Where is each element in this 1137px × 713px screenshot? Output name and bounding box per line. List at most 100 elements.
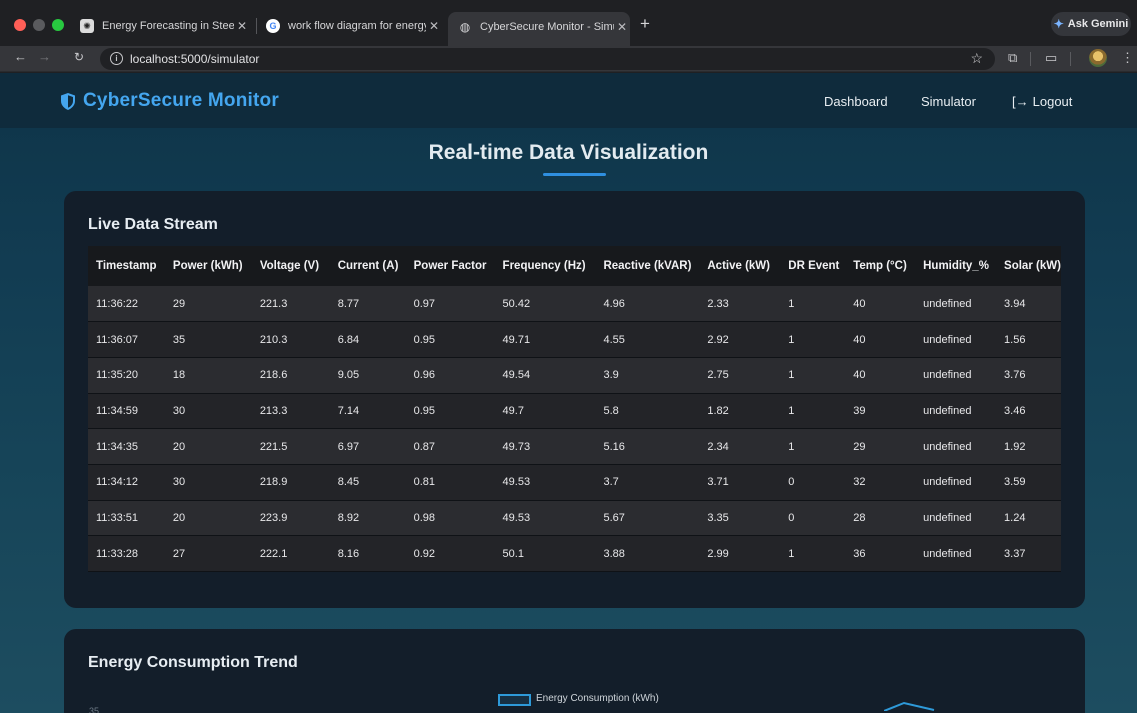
table-cell: 6.97 xyxy=(337,440,360,453)
table-cell: 40 xyxy=(853,333,866,346)
column-header: Current (A) xyxy=(337,260,399,272)
column-header: Voltage (V) xyxy=(259,260,320,272)
back-arrow-icon[interactable]: ← xyxy=(14,49,27,64)
table-cell: 2.92 xyxy=(707,333,729,346)
table-cell: undefined xyxy=(923,369,972,382)
ask-gemini-button[interactable]: ✦ Ask Gemini xyxy=(1051,12,1131,36)
table-cell: 3.9 xyxy=(603,369,619,382)
table-cell: 8.16 xyxy=(337,547,360,560)
table-cell: 1.92 xyxy=(1004,440,1026,453)
table-cell: 50.1 xyxy=(502,547,524,560)
table-cell: 0.92 xyxy=(413,547,436,560)
browser-tab-active[interactable]: ◍ CyberSecure Monitor - Simul ✕ xyxy=(448,12,630,46)
legend-label[interactable]: Energy Consumption (kWh) xyxy=(536,693,659,704)
browser-tab[interactable]: G work flow diagram for energy ✕ xyxy=(266,14,442,38)
table-cell: 36 xyxy=(853,547,866,560)
tab-title: CyberSecure Monitor - Simul xyxy=(480,21,614,33)
table-cell: 3.94 xyxy=(1004,297,1026,310)
address-bar[interactable]: i localhost:5000/simulator ☆ xyxy=(100,48,995,70)
table-cell: 28 xyxy=(853,511,866,524)
site-info-icon[interactable]: i xyxy=(110,52,123,65)
table-cell: 35 xyxy=(172,333,186,346)
table-cell: 221.5 xyxy=(259,440,288,453)
table-cell: 50.42 xyxy=(502,297,531,310)
reading-list-icon[interactable]: ▭ xyxy=(1045,50,1057,66)
column-header: Temp (°C) xyxy=(853,260,907,272)
table-row: 11:34:59 30 213.3 7.14 0.95 49.7 5.8 1.82 1 39 und… xyxy=(88,393,1061,429)
table-cell: 3.46 xyxy=(1004,404,1026,417)
table-cell: 1.24 xyxy=(1004,511,1026,524)
column-header: Solar (kW) xyxy=(1004,260,1061,272)
nav-logout-link[interactable]: [→ Logout xyxy=(1012,94,1072,109)
column-header: Frequency (Hz) xyxy=(502,260,586,272)
bookmark-star-icon[interactable]: ☆ xyxy=(970,50,983,67)
new-tab-icon[interactable]: + xyxy=(640,14,650,34)
table-cell: 4.96 xyxy=(603,297,625,310)
gemini-spark-icon: ✦ xyxy=(1053,17,1064,31)
table-cell: 40 xyxy=(853,297,866,310)
close-tab-icon[interactable]: ✕ xyxy=(614,20,630,34)
browser-tab[interactable]: ✺ Energy Forecasting in Steel ✕ xyxy=(80,14,250,38)
table-cell: 213.3 xyxy=(259,404,288,417)
table-cell: 2.75 xyxy=(707,369,729,382)
table-cell: 9.05 xyxy=(337,369,360,382)
table-cell: 0 xyxy=(788,511,795,524)
page-title: Real-time Data Visualization xyxy=(428,141,709,164)
table-cell: undefined xyxy=(923,440,972,453)
table-cell: 2.33 xyxy=(707,297,729,310)
address-bar-url[interactable]: localhost:5000/simulator xyxy=(130,52,259,66)
table-cell: 11:35:20 xyxy=(96,369,139,382)
table-cell: 218.6 xyxy=(259,369,288,382)
brand-name: CyberSecure Monitor xyxy=(83,90,279,111)
table-cell: 11:34:59 xyxy=(96,404,139,417)
table-cell: 3.7 xyxy=(603,476,619,489)
close-tab-icon[interactable]: ✕ xyxy=(426,19,442,33)
table-cell: 0.81 xyxy=(413,476,436,489)
table-cell: 2.34 xyxy=(707,440,729,453)
close-tab-icon[interactable]: ✕ xyxy=(234,19,250,33)
table-cell: 11:33:51 xyxy=(96,511,139,524)
table-cell: 49.73 xyxy=(502,440,531,453)
table-cell: 40 xyxy=(853,369,866,382)
table-row: 11:33:28 27 222.1 8.16 0.92 50.1 3.88 2.99 1 36 un… xyxy=(88,535,1061,572)
maximize-window-button[interactable] xyxy=(52,19,64,31)
table-cell: 49.71 xyxy=(502,333,531,346)
profile-avatar[interactable] xyxy=(1089,49,1107,67)
table-cell: 1 xyxy=(788,547,795,560)
legend-swatch[interactable] xyxy=(498,694,531,706)
table-cell: 7.14 xyxy=(337,404,360,417)
table-cell: 11:34:35 xyxy=(96,440,139,453)
toolbar-separator xyxy=(1030,52,1031,66)
y-axis-tick-label: 35 xyxy=(89,706,100,713)
table-cell: undefined xyxy=(923,476,972,489)
table-cell: 18 xyxy=(172,369,186,382)
nav-simulator-link[interactable]: Simulator xyxy=(921,94,976,109)
forward-arrow-icon[interactable]: → xyxy=(38,49,51,64)
table-cell: 0.97 xyxy=(413,297,436,310)
table-cell: 2.99 xyxy=(707,547,729,560)
shield-icon xyxy=(61,92,75,110)
table-cell: 5.16 xyxy=(603,440,625,453)
brand-logo[interactable]: CyberSecure Monitor xyxy=(61,90,279,112)
menu-kebab-icon[interactable]: ⋮ xyxy=(1121,50,1134,66)
column-header: Humidity_% xyxy=(923,260,989,272)
table-cell: 1 xyxy=(788,440,795,453)
browser-tab-bar: ✺ Energy Forecasting in Steel ✕ G work f… xyxy=(0,0,1137,46)
table-cell: 8.45 xyxy=(337,476,360,489)
table-cell: 222.1 xyxy=(259,547,288,560)
table-cell: 0.87 xyxy=(413,440,436,453)
page-viewport: CyberSecure Monitor Dashboard Simulator … xyxy=(0,73,1137,713)
reload-icon[interactable]: ↻ xyxy=(74,50,84,64)
extensions-icon[interactable]: ⧉ xyxy=(1008,50,1017,66)
column-header: Reactive (kVAR) xyxy=(603,260,692,272)
toolbar-separator xyxy=(1070,52,1071,66)
table-cell: undefined xyxy=(923,511,972,524)
table-cell: 0.95 xyxy=(413,404,436,417)
table-cell: 39 xyxy=(853,404,866,417)
table-cell: 20 xyxy=(172,440,186,453)
close-window-button[interactable] xyxy=(14,19,26,31)
table-row: 11:33:51 20 223.9 8.92 0.98 49.53 5.67 3.35 0 28 u… xyxy=(88,500,1061,536)
minimize-window-button[interactable] xyxy=(33,19,45,31)
table-cell: 11:34:12 xyxy=(96,476,139,489)
nav-dashboard-link[interactable]: Dashboard xyxy=(824,94,888,109)
